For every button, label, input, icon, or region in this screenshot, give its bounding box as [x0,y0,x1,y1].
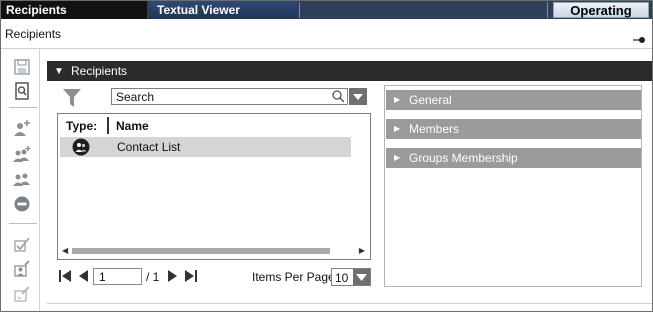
scrollbar-thumb[interactable] [72,248,330,254]
expand-triangle-icon: ▶ [394,124,401,133]
filter-icon[interactable] [63,88,81,108]
items-per-page-label: Items Per Page: [252,270,339,284]
horizontal-scrollbar[interactable]: ◀ ▶ [62,246,365,256]
section-members[interactable]: ▶ Members [386,119,641,139]
contact-list-icon [72,138,90,156]
tab-textual-viewer[interactable]: Textual Viewer [149,1,297,19]
recipients-group-header[interactable]: ▼ Recipients [47,61,652,81]
edit-user-icon[interactable] [13,259,31,277]
toolbar-separator [9,107,37,108]
page-title: Recipients [5,27,62,41]
section-groups-membership[interactable]: ▶ Groups Membership [386,148,641,168]
left-toolbar [1,49,39,311]
remove-icon[interactable] [13,195,31,213]
tab-bar: Recipients Textual Viewer Operating [1,1,652,19]
section-label: Members [409,122,460,136]
last-page-button[interactable] [184,269,198,283]
scroll-right-icon[interactable]: ▶ [359,246,365,256]
list-item-name: Contact List [117,140,181,154]
tab-divider [547,2,548,18]
add-user-icon[interactable] [13,119,31,137]
collapse-triangle-icon[interactable]: ▼ [54,66,64,77]
list-item[interactable]: Contact List [60,137,351,157]
items-per-page-select[interactable]: 10 [331,268,371,286]
previous-page-button[interactable] [76,269,90,283]
search-dropdown-button[interactable] [349,88,367,105]
toolbar-separator [9,223,37,224]
tab-divider [299,2,300,18]
section-general[interactable]: ▶ General [386,90,641,110]
edit-disabled-icon[interactable] [13,285,31,303]
tab-recipients[interactable]: Recipients [1,1,147,19]
search-icon[interactable] [331,89,345,103]
toolbar-divider [39,49,40,311]
search-input[interactable] [111,88,348,105]
expand-triangle-icon: ▶ [394,95,401,104]
detail-panel: ▶ General ▶ Members ▶ Groups Membership [384,85,642,287]
expand-triangle-icon: ▶ [394,153,401,162]
column-header-name[interactable]: Name [116,119,149,133]
save-icon[interactable] [13,58,31,76]
items-per-page-value: 10 [335,271,349,285]
chevron-down-icon [353,94,363,100]
group-icon[interactable] [13,170,31,188]
chevron-down-icon[interactable] [353,269,370,285]
page-number-input[interactable] [93,268,142,285]
pin-icon[interactable] [633,33,645,43]
operating-button[interactable]: Operating [553,2,649,18]
recipients-list: Type: Name Contact List ◀ ▶ [57,113,371,260]
first-page-button[interactable] [58,269,72,283]
check-edit-icon[interactable] [13,235,31,253]
group-title: Recipients [71,64,128,78]
bottom-divider [47,303,652,304]
title-divider [1,48,652,49]
column-divider[interactable] [107,117,109,134]
next-page-button[interactable] [166,269,180,283]
scroll-left-icon[interactable]: ◀ [62,246,68,256]
section-label: General [409,93,452,107]
page-total: / 1 [146,270,160,284]
preview-icon[interactable] [13,82,31,100]
section-label: Groups Membership [409,151,518,165]
column-header-type[interactable]: Type: [66,119,97,133]
add-group-icon[interactable] [13,145,31,163]
